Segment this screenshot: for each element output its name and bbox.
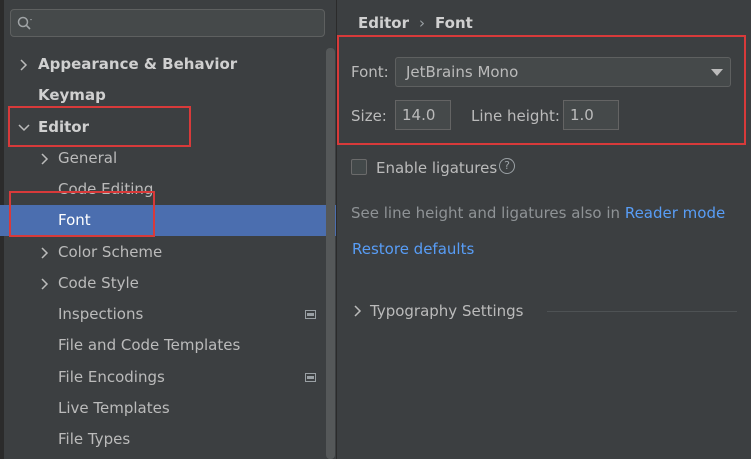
dropdown-arrow-icon	[711, 69, 723, 76]
breadcrumb-separator: ›	[419, 14, 425, 32]
sidebar-item-label: Live Templates	[58, 399, 170, 417]
sidebar-item-appearance-behavior[interactable]: Appearance & Behavior	[0, 49, 336, 80]
breadcrumb-parent[interactable]: Editor	[358, 14, 409, 32]
sidebar-item-font[interactable]: Font	[0, 205, 336, 236]
sidebar-item-label: File Types	[58, 430, 131, 448]
search-input[interactable]	[45, 13, 319, 35]
sidebar-item-file-encodings[interactable]: File Encodings	[0, 362, 336, 393]
settings-sidebar: Appearance & Behavior Keymap Editor Gene…	[0, 0, 336, 459]
sidebar-item-label: Editor	[38, 118, 89, 136]
reader-mode-link[interactable]: Reader mode	[625, 204, 725, 222]
enable-ligatures-checkbox[interactable]	[351, 159, 367, 175]
typography-settings-group[interactable]: Typography Settings	[352, 300, 751, 322]
project-settings-icon	[305, 310, 316, 319]
chevron-right-icon	[41, 247, 49, 259]
sidebar-item-label: Appearance & Behavior	[38, 55, 238, 73]
sidebar-item-keymap[interactable]: Keymap	[0, 80, 336, 111]
search-box[interactable]	[10, 9, 325, 37]
font-dropdown[interactable]: JetBrains Mono	[395, 57, 731, 87]
line-height-input[interactable]	[564, 101, 618, 129]
size-field[interactable]	[395, 100, 451, 130]
typography-settings-label: Typography Settings	[370, 302, 524, 320]
restore-defaults-link[interactable]: Restore defaults	[352, 240, 474, 258]
sidebar-item-editor[interactable]: Editor	[0, 112, 336, 143]
sidebar-item-code-style[interactable]: Code Style	[0, 268, 336, 299]
sidebar-item-code-editing[interactable]: Code Editing	[0, 174, 336, 205]
sidebar-item-label: File and Code Templates	[58, 336, 241, 354]
enable-ligatures-label[interactable]: Enable ligatures	[376, 159, 497, 177]
sidebar-item-color-scheme[interactable]: Color Scheme	[0, 237, 336, 268]
size-label: Size:	[351, 107, 387, 125]
sidebar-item-file-types[interactable]: File Types	[0, 424, 336, 455]
size-input[interactable]	[396, 101, 450, 129]
breadcrumb-current: Font	[435, 14, 473, 32]
hint-text: See line height and ligatures also in	[351, 204, 621, 222]
chevron-right-icon	[41, 153, 49, 165]
sidebar-item-label: Code Editing	[58, 180, 154, 198]
sidebar-item-label: Keymap	[38, 86, 106, 104]
font-dropdown-value: JetBrains Mono	[406, 63, 519, 81]
group-separator	[547, 311, 737, 312]
sidebar-item-general[interactable]: General	[0, 143, 336, 174]
sidebar-item-inspections[interactable]: Inspections	[0, 299, 336, 330]
help-icon[interactable]: ?	[499, 158, 515, 174]
sidebar-scrollbar[interactable]	[326, 48, 335, 459]
sidebar-item-live-templates[interactable]: Live Templates	[0, 393, 336, 424]
sidebar-item-label: Color Scheme	[58, 243, 163, 261]
chevron-right-icon	[354, 305, 362, 317]
chevron-down-icon	[18, 124, 30, 132]
breadcrumb: Editor › Font	[358, 14, 473, 32]
sidebar-item-label: File Encodings	[58, 368, 165, 386]
font-label: Font:	[351, 63, 389, 81]
chevron-right-icon	[20, 59, 28, 71]
line-height-label: Line height:	[471, 107, 560, 125]
line-height-field[interactable]	[563, 100, 619, 130]
project-settings-icon	[305, 373, 316, 382]
reader-mode-hint: See line height and ligatures also in Re…	[351, 204, 725, 222]
sidebar-item-file-code-templates[interactable]: File and Code Templates	[0, 330, 336, 361]
sidebar-item-label: Font	[58, 211, 91, 229]
sidebar-item-label: Inspections	[58, 305, 144, 323]
font-settings-panel: Editor › Font Font: JetBrains Mono Size: L…	[337, 0, 751, 459]
sidebar-item-label: Code Style	[58, 274, 139, 292]
search-icon	[17, 16, 32, 30]
chevron-right-icon	[41, 278, 49, 290]
sidebar-item-label: General	[58, 149, 118, 167]
